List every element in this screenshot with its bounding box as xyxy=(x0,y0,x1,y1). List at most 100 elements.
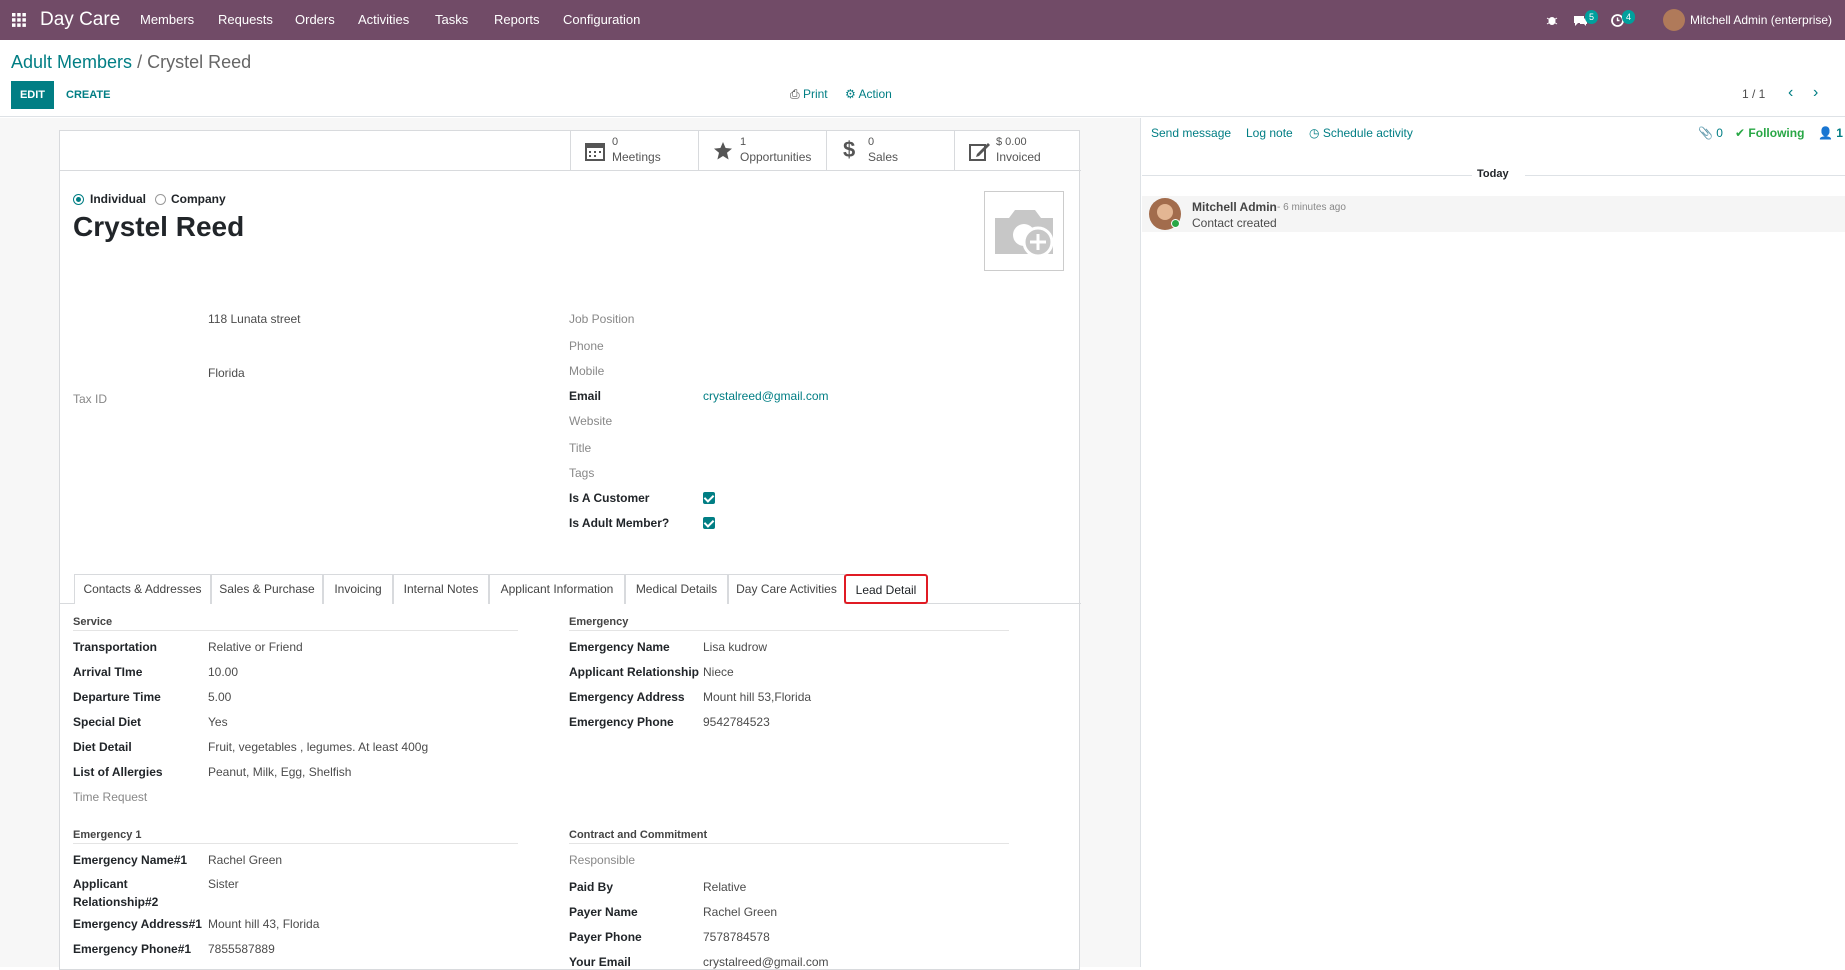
transportation-label: Transportation xyxy=(73,640,158,654)
payer-name-value[interactable]: Rachel Green xyxy=(703,905,777,919)
action-button[interactable]: ⚙ Action xyxy=(845,87,892,101)
pager-value: 1 / 1 xyxy=(1742,87,1766,101)
message-row: Mitchell Admin - 6 minutes ago Contact c… xyxy=(1142,196,1845,232)
emergency1-name-label: Emergency Name#1 xyxy=(73,853,188,867)
state-field[interactable]: Florida xyxy=(208,366,245,380)
diet-detail-label: Diet Detail xyxy=(73,740,132,754)
control-panel: Adult Members / Crystel Reed EDIT CREATE… xyxy=(0,40,1845,117)
is-customer-checkbox[interactable] xyxy=(703,492,715,504)
tab-contacts-addresses[interactable]: Contacts & Addresses xyxy=(74,574,211,604)
tab-sales-purchase[interactable]: Sales & Purchase xyxy=(211,574,323,604)
meetings-button[interactable]: 0 Meetings xyxy=(570,131,698,171)
payer-phone-value[interactable]: 7578784578 xyxy=(703,930,770,944)
tab-internal-notes[interactable]: Internal Notes xyxy=(393,574,489,604)
emergency1-address-value[interactable]: Mount hill 43, Florida xyxy=(208,917,319,931)
following-label: Following xyxy=(1748,126,1805,140)
tab-applicant-information[interactable]: Applicant Information xyxy=(489,574,625,604)
pager-prev-icon[interactable]: ‹ xyxy=(1788,84,1793,102)
user-menu[interactable]: Mitchell Admin (enterprise) xyxy=(1690,0,1832,40)
radio-company[interactable] xyxy=(155,194,166,205)
time-request-label: Time Request xyxy=(73,790,148,804)
tab-medical-details[interactable]: Medical Details xyxy=(625,574,728,604)
diet-detail-value[interactable]: Fruit, vegetables , legumes. At least 40… xyxy=(208,740,428,754)
message-time: - 6 minutes ago xyxy=(1277,202,1346,213)
sales-button[interactable]: $ 0 Sales xyxy=(826,131,954,171)
schedule-activity-button[interactable]: ◷ Schedule activity xyxy=(1309,126,1413,140)
activities-badge: 4 xyxy=(1622,10,1636,24)
following-button[interactable]: ✔ Following xyxy=(1735,126,1804,140)
breadcrumb-parent[interactable]: Adult Members xyxy=(11,52,132,72)
action-label: Action xyxy=(858,87,892,101)
tab-invoicing[interactable]: Invoicing xyxy=(323,574,393,604)
arrival-time-value[interactable]: 10.00 xyxy=(208,665,238,679)
menu-requests[interactable]: Requests xyxy=(218,0,273,40)
departure-time-value[interactable]: 5.00 xyxy=(208,690,231,704)
transportation-value[interactable]: Relative or Friend xyxy=(208,640,303,654)
tab-lead-detail[interactable]: Lead Detail xyxy=(844,574,928,604)
emergency-name-label: Emergency Name xyxy=(569,640,670,654)
today-separator: Today xyxy=(1477,168,1509,180)
is-adult-checkbox[interactable] xyxy=(703,517,715,529)
sales-label: Sales xyxy=(868,150,899,164)
emergency-phone-value[interactable]: 9542784523 xyxy=(703,715,770,729)
allergies-label: List of Allergies xyxy=(73,765,163,779)
edit-icon xyxy=(969,141,991,163)
paid-by-label: Paid By xyxy=(569,880,614,894)
paid-by-value[interactable]: Relative xyxy=(703,880,746,894)
menu-tasks[interactable]: Tasks xyxy=(435,0,468,40)
menu-reports[interactable]: Reports xyxy=(494,0,540,40)
avatar-placeholder[interactable] xyxy=(984,191,1064,271)
attachments-button[interactable]: 📎 0 xyxy=(1698,126,1723,140)
invoiced-label: Invoiced xyxy=(996,150,1041,164)
emergency1-phone-value[interactable]: 7855587889 xyxy=(208,942,275,956)
debug-bug-icon[interactable] xyxy=(1546,0,1558,42)
emergency-address-value[interactable]: Mount hill 53,Florida xyxy=(703,690,811,704)
apps-menu-icon[interactable] xyxy=(12,0,30,43)
applicant-relationship-value[interactable]: Niece xyxy=(703,665,734,679)
send-message-button[interactable]: Send message xyxy=(1151,126,1231,140)
sales-count: 0 xyxy=(868,136,875,148)
log-note-button[interactable]: Log note xyxy=(1246,126,1293,140)
street-field[interactable]: 118 Lunata street xyxy=(208,312,301,326)
departure-time-label: Departure Time xyxy=(73,690,161,704)
allergies-value[interactable]: Peanut, Milk, Egg, Shelfish xyxy=(208,765,351,779)
emergency-name-value[interactable]: Lisa kudrow xyxy=(703,640,767,654)
menu-members[interactable]: Members xyxy=(140,0,194,40)
menu-activities[interactable]: Activities xyxy=(358,0,409,40)
menu-configuration[interactable]: Configuration xyxy=(563,0,640,40)
app-brand[interactable]: Day Care xyxy=(40,0,120,40)
emergency1-name-value[interactable]: Rachel Green xyxy=(208,853,282,867)
is-adult-label: Is Adult Member? xyxy=(569,516,670,530)
is-customer-label: Is A Customer xyxy=(569,491,650,505)
email-value[interactable]: crystalreed@gmail.com xyxy=(703,389,829,403)
emergency1-relationship-value[interactable]: Sister xyxy=(208,877,239,891)
notebook-tabs: Contacts & Addresses Sales & Purchase In… xyxy=(60,574,1081,604)
menu-orders[interactable]: Orders xyxy=(295,0,335,40)
radio-individual[interactable] xyxy=(73,194,84,205)
tab-day-care-activities[interactable]: Day Care Activities xyxy=(728,574,845,604)
print-button[interactable]: ⎙ Print xyxy=(790,87,828,102)
activities-clock-icon[interactable] xyxy=(1611,0,1624,43)
message-author[interactable]: Mitchell Admin xyxy=(1192,200,1277,214)
followers-count: 1 xyxy=(1836,126,1843,140)
partner-name[interactable]: Crystel Reed xyxy=(73,211,244,243)
followers-button[interactable]: 👤 1 xyxy=(1818,126,1843,140)
opportunities-count: 1 xyxy=(740,136,747,148)
top-navbar: Day Care Members Requests Orders Activit… xyxy=(0,0,1845,40)
message-body: Contact created xyxy=(1192,216,1277,230)
user-avatar[interactable] xyxy=(1663,9,1685,31)
phone-label: Phone xyxy=(569,339,604,353)
opportunities-button[interactable]: 1 Opportunities xyxy=(698,131,826,171)
pager-next-icon[interactable]: › xyxy=(1813,84,1818,102)
create-button[interactable]: CREATE xyxy=(66,81,110,109)
special-diet-label: Special Diet xyxy=(73,715,142,729)
invoiced-button[interactable]: $ 0.00 Invoiced xyxy=(954,131,1082,171)
emergency1-relationship-label-line2: Relationship#2 xyxy=(73,895,159,909)
paperclip-icon: 📎 xyxy=(1698,126,1713,140)
special-diet-value[interactable]: Yes xyxy=(208,715,228,729)
form-sheet: 0 Meetings 1 Opportunities $ 0 Sales $ 0… xyxy=(59,130,1082,970)
print-icon: ⎙ xyxy=(790,87,800,101)
service-divider xyxy=(73,630,518,631)
edit-button[interactable]: EDIT xyxy=(11,81,54,109)
responsible-label: Responsible xyxy=(569,853,636,867)
